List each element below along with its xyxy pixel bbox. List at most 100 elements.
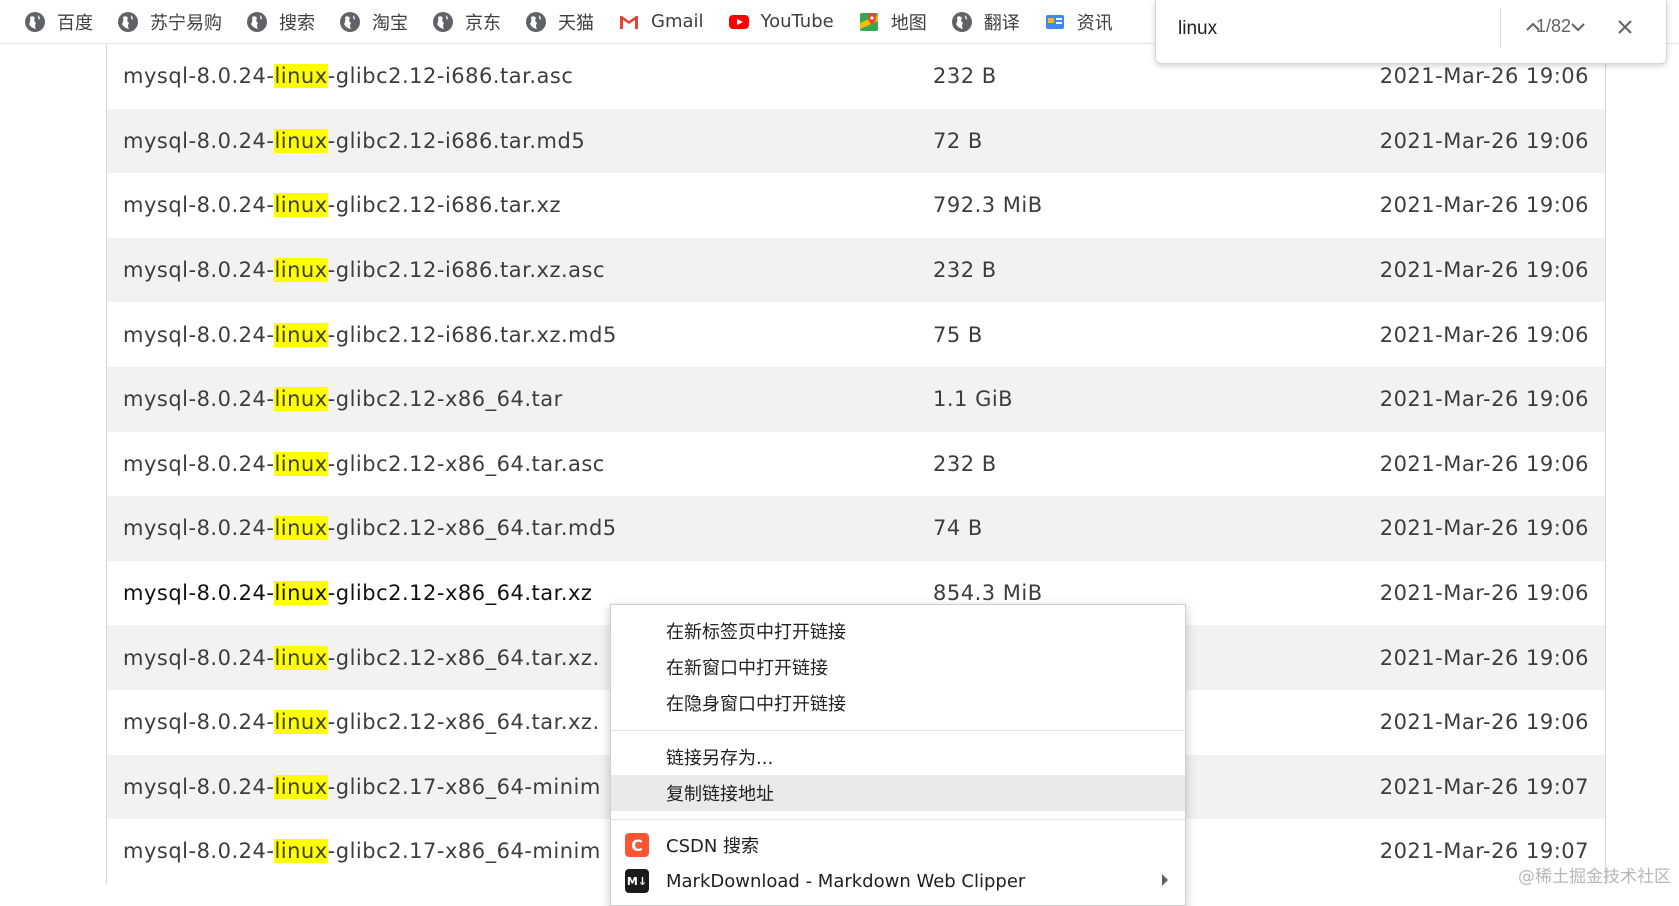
file-name-suffix: -glibc2.12-i686.tar.asc — [327, 64, 574, 89]
menu-open-new-tab-label: 在新标签页中打开链接 — [666, 622, 846, 643]
file-date: 2021-Mar-26 19:06 — [1379, 645, 1589, 670]
bookmark-5[interactable]: 京东 — [432, 9, 501, 35]
menu-save-link-as-label: 链接另存为... — [666, 748, 774, 769]
file-size: 72 B — [933, 128, 983, 153]
file-row: mysql-8.0.24- linux -glibc2.12-x86_64.tar.… — [106, 496, 1606, 561]
menu-open-new-window[interactable]: 在新窗口中打开链接 — [611, 649, 1185, 685]
menu-open-incognito[interactable]: 在隐身窗口中打开链接 — [611, 685, 1185, 721]
file-name-suffix: -glibc2.12-x86_64.tar.asc — [327, 451, 605, 476]
file-link[interactable]: mysql-8.0.24- linux -glibc2.17-x86_64-mini… — [123, 755, 601, 820]
file-date: 2021-Mar-26 19:06 — [1379, 387, 1589, 412]
file-size: 232 B — [933, 64, 997, 89]
file-link[interactable]: mysql-8.0.24- linux -glibc2.12-x86_64.tar.… — [123, 625, 600, 690]
bookmark-11[interactable]: 资讯 — [1044, 9, 1113, 35]
globe-icon — [525, 11, 547, 33]
search-highlight: linux — [274, 451, 328, 476]
file-link[interactable]: mysql-8.0.24- linux -glibc2.12-x86_64.tar.… — [123, 496, 617, 561]
chevron-right-icon — [1162, 874, 1168, 886]
search-highlight: linux — [274, 710, 328, 735]
find-input[interactable] — [1176, 14, 1400, 44]
file-name-prefix: mysql-8.0.24- — [123, 387, 275, 412]
menu-copy-link-address-label: 复制链接地址 — [666, 784, 774, 805]
menu-markdownload[interactable]: M↓ MarkDownload - Markdown Web Clipper — [611, 863, 1185, 899]
file-date: 2021-Mar-26 19:06 — [1379, 128, 1589, 153]
bookmark-label: 天猫 — [558, 12, 594, 34]
bookmark-label: Gmail — [651, 11, 704, 32]
file-link[interactable]: mysql-8.0.24- linux -glibc2.12-i686.tar.xz… — [123, 238, 605, 303]
file-row: mysql-8.0.24- linux -glibc2.12-i686.tar.md… — [106, 108, 1606, 174]
bookmark-label: 资讯 — [1076, 12, 1113, 34]
file-link[interactable]: mysql-8.0.24- linux -glibc2.12-x86_64.tar.… — [123, 561, 592, 626]
youtube-icon — [728, 11, 750, 33]
bookmark-3[interactable]: 搜索 — [246, 9, 315, 35]
globe-icon — [117, 11, 139, 33]
close-icon — [1618, 20, 1632, 34]
bookmark-label: 淘宝 — [372, 12, 408, 34]
search-highlight: linux — [274, 128, 328, 153]
search-highlight: linux — [274, 516, 328, 541]
file-name-suffix: -glibc2.12-x86_64.tar — [327, 387, 563, 412]
globe-icon — [339, 11, 361, 33]
file-date: 2021-Mar-26 19:06 — [1379, 451, 1589, 476]
watermark: @稀土掘金技术社区 — [1518, 867, 1671, 887]
bookmark-label: 搜索 — [279, 12, 315, 34]
search-highlight: linux — [274, 839, 328, 864]
file-date: 2021-Mar-26 19:06 — [1379, 258, 1589, 283]
search-highlight: linux — [274, 322, 328, 347]
file-link[interactable]: mysql-8.0.24- linux -glibc2.12-x86_64.tar — [123, 367, 563, 432]
file-row: mysql-8.0.24- linux -glibc2.12-x86_64.tar.… — [106, 431, 1606, 497]
file-link[interactable]: mysql-8.0.24- linux -glibc2.12-x86_64.tar.… — [123, 432, 605, 497]
file-link[interactable]: mysql-8.0.24- linux -glibc2.12-i686.tar.xz… — [123, 302, 617, 367]
bookmark-8[interactable]: YouTube — [728, 11, 834, 33]
menu-save-link-as[interactable]: 链接另存为... — [611, 739, 1185, 775]
news-icon — [1044, 11, 1066, 33]
file-name-prefix: mysql-8.0.24- — [123, 516, 275, 541]
menu-divider — [611, 819, 1185, 820]
bookmark-2[interactable]: 苏宁易购 — [117, 9, 222, 35]
file-link[interactable]: mysql-8.0.24- linux -glibc2.12-i686.tar.as… — [123, 44, 573, 109]
bookmark-10[interactable]: 翻译 — [951, 9, 1020, 35]
file-name-prefix: mysql-8.0.24- — [123, 451, 275, 476]
find-next-button[interactable] — [1560, 10, 1596, 44]
menu-open-new-window-label: 在新窗口中打开链接 — [666, 658, 828, 679]
bookmark-6[interactable]: 天猫 — [525, 9, 594, 35]
search-highlight: linux — [274, 64, 328, 89]
file-name-prefix: mysql-8.0.24- — [123, 774, 275, 799]
menu-csdn-search[interactable]: C CSDN 搜索 — [611, 827, 1185, 863]
find-previous-button[interactable] — [1515, 10, 1551, 44]
file-name-suffix: -glibc2.12-i686.tar.xz.md5 — [327, 322, 617, 347]
search-highlight: linux — [274, 258, 328, 283]
find-divider — [1500, 8, 1501, 48]
file-name-prefix: mysql-8.0.24- — [123, 128, 275, 153]
gmail-icon — [618, 11, 640, 33]
bookmark-1[interactable]: 百度 — [24, 9, 93, 35]
menu-open-new-tab[interactable]: 在新标签页中打开链接 — [611, 613, 1185, 649]
find-close-button[interactable] — [1607, 10, 1643, 44]
bookmark-label: 苏宁易购 — [150, 12, 222, 34]
menu-copy-link-address[interactable]: 复制链接地址 — [611, 775, 1185, 811]
menu-markdownload-label: MarkDownload - Markdown Web Clipper — [666, 870, 1026, 892]
search-highlight: linux — [274, 581, 328, 606]
search-highlight: linux — [274, 387, 328, 412]
bookmark-9[interactable]: 地图 — [858, 9, 927, 35]
globe-icon — [951, 11, 973, 33]
bookmark-4[interactable]: 淘宝 — [339, 9, 408, 35]
file-name-prefix: mysql-8.0.24- — [123, 581, 275, 606]
file-link[interactable]: mysql-8.0.24- linux -glibc2.17-x86_64-mini… — [123, 819, 601, 884]
file-name-prefix: mysql-8.0.24- — [123, 839, 275, 864]
file-date: 2021-Mar-26 19:07 — [1379, 774, 1589, 799]
file-link[interactable]: mysql-8.0.24- linux -glibc2.12-i686.tar.md… — [123, 109, 585, 174]
file-link[interactable]: mysql-8.0.24- linux -glibc2.12-x86_64.tar.… — [123, 690, 600, 755]
file-name-suffix: -glibc2.12-x86_64.tar.md5 — [327, 516, 617, 541]
file-date: 2021-Mar-26 19:06 — [1379, 193, 1589, 218]
file-size: 75 B — [933, 322, 983, 347]
maps-icon — [858, 11, 880, 33]
file-size: 74 B — [933, 516, 983, 541]
file-date: 2021-Mar-26 19:06 — [1379, 581, 1589, 606]
bookmark-7[interactable]: Gmail — [618, 11, 704, 33]
file-link[interactable]: mysql-8.0.24- linux -glibc2.12-i686.tar.xz — [123, 173, 561, 238]
chevron-down-icon — [1571, 23, 1585, 32]
chevron-up-icon — [1526, 22, 1540, 31]
file-name-suffix: -glibc2.17-x86_64-minim — [327, 839, 601, 864]
file-row: mysql-8.0.24- linux -glibc2.12-i686.tar.xz… — [106, 237, 1606, 303]
